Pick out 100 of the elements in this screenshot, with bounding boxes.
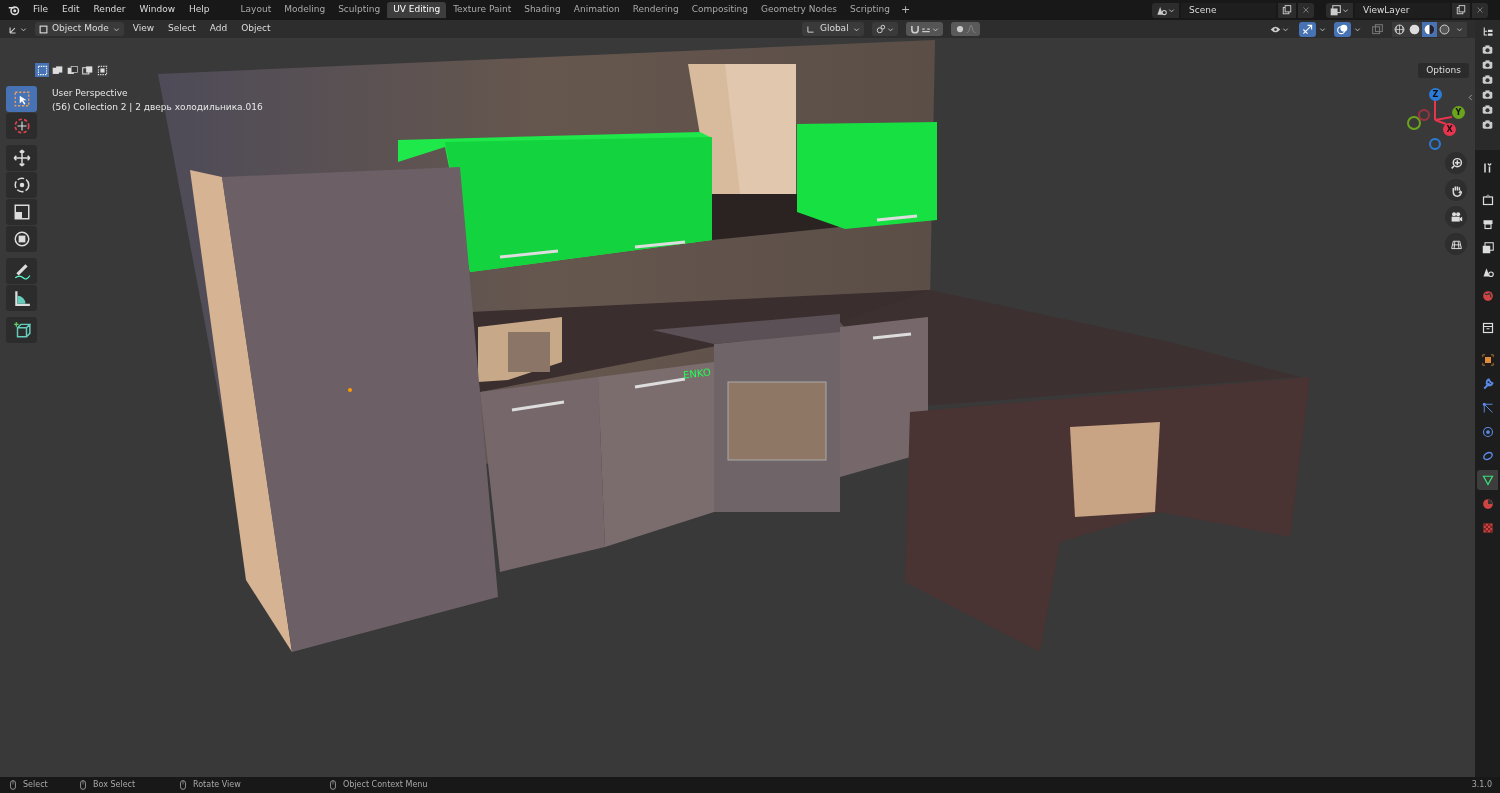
link-icon — [875, 24, 886, 34]
workspace-tab[interactable]: Modeling — [278, 2, 332, 18]
scene-type-button[interactable] — [1152, 2, 1179, 18]
proportional-edit-toggle[interactable] — [950, 22, 980, 36]
axis-handle[interactable]: Z — [1429, 88, 1442, 101]
orbit-icon — [1481, 426, 1494, 438]
zoom-button[interactable] — [1445, 152, 1467, 174]
copy-icon — [1282, 5, 1292, 15]
workspace-tab[interactable]: Texture Paint — [447, 2, 518, 18]
overlay-toggle[interactable] — [1334, 21, 1351, 37]
shading-mode-button[interactable] — [1422, 21, 1437, 37]
add-cube-tool-button[interactable] — [6, 317, 37, 343]
magnet-icon — [909, 24, 920, 34]
workspace-tab[interactable]: Layout — [234, 2, 278, 18]
axis-handle[interactable]: X — [1443, 123, 1456, 136]
workspace-tab[interactable]: Shading — [518, 2, 567, 18]
half-sphere-icon — [1424, 23, 1435, 35]
select-mode-button[interactable] — [80, 63, 94, 77]
move-tool-button[interactable] — [6, 145, 37, 171]
render-visibility-toggle[interactable] — [1480, 118, 1495, 130]
caret-icon — [112, 25, 120, 33]
workspace-tab[interactable]: Rendering — [626, 2, 685, 18]
options-dropdown[interactable]: Options — [1418, 63, 1469, 78]
camera-icon — [1482, 103, 1493, 115]
four-arrows-icon — [12, 149, 31, 167]
workspace-tab[interactable]: Animation — [567, 2, 626, 18]
close-button[interactable] — [1298, 2, 1314, 18]
axes-icon — [805, 24, 816, 34]
shading-mode-button[interactable] — [1437, 21, 1452, 37]
camera-view-button[interactable] — [1445, 206, 1467, 228]
workspace-tab[interactable]: Scripting — [843, 2, 896, 18]
menu-item[interactable]: Select — [163, 22, 201, 36]
scale-tool-button[interactable] — [6, 199, 37, 225]
pan-button[interactable] — [1445, 179, 1467, 201]
menu-item[interactable]: Window — [134, 3, 181, 17]
workspace-tab[interactable]: Geometry Nodes — [755, 2, 843, 18]
select-tool-button[interactable] — [6, 86, 37, 112]
camera-icon — [1482, 73, 1493, 85]
mode-dropdown[interactable]: Object Mode — [35, 22, 124, 36]
render-visibility-toggle[interactable] — [1480, 88, 1495, 100]
camera-icon — [1482, 58, 1493, 70]
viewport-info-text: (56) Collection 2 | 2 дверь холодильника.016 — [52, 101, 263, 114]
perspective-toggle-button[interactable] — [1445, 233, 1467, 255]
render-visibility-toggle[interactable] — [1480, 43, 1495, 55]
scale-squares-icon — [12, 203, 31, 221]
menu-item[interactable]: Edit — [57, 3, 85, 17]
caret-icon — [1168, 6, 1175, 14]
render-visibility-toggle[interactable] — [1480, 103, 1495, 115]
axis-handle[interactable] — [1429, 138, 1441, 150]
logo-icon — [8, 4, 20, 16]
camera-icon — [1449, 210, 1463, 224]
axis-handle[interactable]: Y — [1452, 106, 1465, 119]
orientation-dropdown[interactable]: Global — [801, 22, 864, 36]
select-mode-button[interactable] — [50, 63, 64, 77]
menu-item[interactable]: File — [28, 3, 54, 17]
workspace-tab[interactable]: UV Editing — [387, 2, 447, 18]
menu-item[interactable]: Object — [236, 22, 276, 36]
menu-item[interactable]: View — [127, 22, 160, 36]
select-mode-button[interactable] — [65, 63, 79, 77]
copy-icon — [1456, 5, 1466, 15]
close-icon — [1302, 6, 1310, 14]
menu-item[interactable]: Help — [184, 3, 215, 17]
mouse-icon — [78, 780, 88, 790]
box-icon — [1481, 322, 1494, 334]
workspace-tab[interactable]: Sculpting — [332, 2, 387, 18]
annotate-tool-button[interactable] — [6, 258, 37, 284]
data-properties-tab[interactable] — [1477, 470, 1498, 490]
shading-mode-button[interactable] — [1392, 21, 1407, 37]
rotate-tool-button[interactable] — [6, 172, 37, 198]
menu-item[interactable]: Render — [88, 3, 131, 17]
measure-tool-button[interactable] — [6, 285, 37, 311]
checker-icon — [1481, 522, 1494, 534]
scene-name-field[interactable]: Scene — [1181, 2, 1276, 18]
cursor-crosshair-icon — [12, 117, 31, 135]
cursor-tool-button[interactable] — [6, 113, 37, 139]
workspace-tab[interactable]: Compositing — [685, 2, 755, 18]
shading-mode-button[interactable] — [1407, 21, 1422, 37]
globe-icon — [1481, 290, 1494, 302]
select-mode-button[interactable] — [35, 63, 49, 77]
copy-button[interactable] — [1452, 2, 1470, 18]
render-visibility-toggle[interactable] — [1480, 58, 1495, 70]
transform-tool-button[interactable] — [6, 226, 37, 252]
cone-sphere-icon — [1481, 266, 1494, 278]
select-mode-button[interactable] — [95, 63, 109, 77]
snap-toggle[interactable] — [905, 22, 943, 36]
render-visibility-toggle[interactable] — [1480, 73, 1495, 85]
gizmo-toggle[interactable] — [1299, 21, 1316, 37]
image-stack-icon — [1330, 4, 1341, 16]
add-workspace-button[interactable]: + — [897, 1, 915, 19]
pivot-dropdown[interactable] — [871, 22, 898, 36]
scene-label-text: ENKO — [682, 365, 712, 383]
view-layer-name-field[interactable]: ViewLayer — [1355, 2, 1450, 18]
pencil-icon — [12, 262, 31, 280]
menu-item[interactable]: Add — [204, 22, 233, 36]
transform-icon — [12, 230, 31, 248]
close-button[interactable] — [1472, 2, 1488, 18]
copy-button[interactable] — [1278, 2, 1296, 18]
mouse-icon — [328, 780, 338, 790]
xray-toggle[interactable] — [1369, 21, 1386, 37]
view-layer-type-button[interactable] — [1326, 2, 1353, 18]
